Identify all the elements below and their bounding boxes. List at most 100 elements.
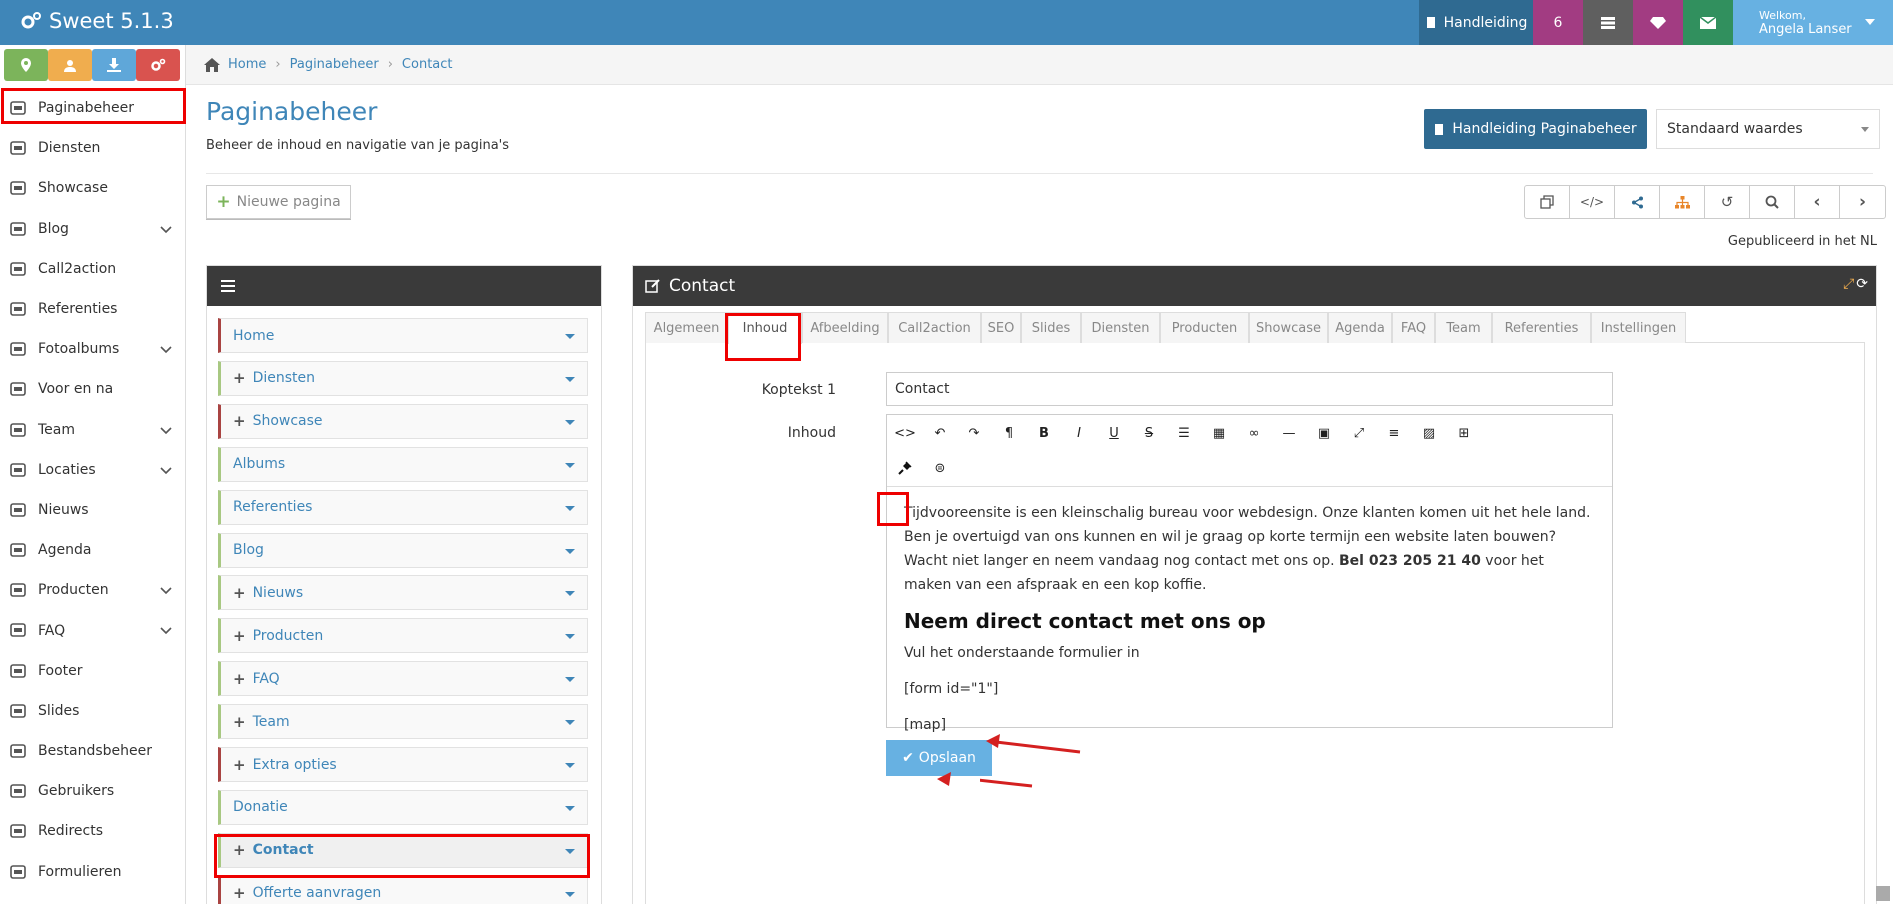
editor-content[interactable]: Tijdvooreensite is een kleinschalig bure… — [887, 487, 1612, 751]
sidebar-item-diensten[interactable]: Diensten — [0, 128, 186, 168]
tab-inhoud[interactable]: Inhoud — [728, 312, 802, 344]
quick-user-button[interactable] — [48, 49, 92, 81]
tab-agenda[interactable]: Agenda — [1328, 312, 1392, 343]
tab-seo[interactable]: SEO — [981, 312, 1021, 343]
tree-item-offerte-aanvragen[interactable]: + Offerte aanvragen — [218, 875, 588, 904]
sidebar-item-nieuws[interactable]: Nieuws — [0, 490, 186, 530]
caret-down-icon[interactable] — [565, 677, 575, 683]
plugin-button[interactable] — [890, 453, 920, 483]
sidebar-item-footer[interactable]: Footer — [0, 651, 186, 691]
manual-button[interactable]: Handleiding — [1419, 0, 1533, 45]
tab-team[interactable]: Team — [1435, 312, 1492, 343]
sidebar-item-producten[interactable]: Producten — [0, 570, 186, 610]
tree-item-faq[interactable]: + FAQ — [218, 661, 588, 697]
sidebar-item-bestandsbeheer[interactable]: Bestandsbeheer — [0, 731, 186, 771]
tree-item-blog[interactable]: Blog — [218, 532, 588, 568]
tab-diensten[interactable]: Diensten — [1081, 312, 1160, 343]
previous-button[interactable]: ‹ — [1795, 186, 1840, 218]
database-button[interactable] — [1583, 0, 1633, 45]
scroll-up-button[interactable] — [1876, 886, 1890, 901]
plus-icon[interactable]: + — [233, 756, 246, 774]
quick-settings-button[interactable] — [136, 49, 180, 81]
tab-referenties[interactable]: Referenties — [1492, 312, 1591, 343]
caret-down-icon[interactable] — [565, 763, 575, 768]
sidebar-item-voor-en-na[interactable]: Voor en na — [0, 369, 186, 409]
plus-icon[interactable]: + — [233, 670, 246, 688]
sidebar-item-formulieren[interactable]: Formulieren — [0, 852, 186, 892]
manual-paginabeheer-button[interactable]: Handleiding Paginabeheer — [1424, 109, 1647, 149]
notification-badge[interactable]: 6 — [1533, 0, 1583, 45]
caret-down-icon[interactable] — [565, 548, 575, 554]
horizontal-rule-button[interactable]: — — [1274, 418, 1304, 448]
chevron-down-icon[interactable] — [160, 623, 172, 639]
tree-item-donatie[interactable]: Donatie — [218, 789, 588, 825]
redo-button[interactable]: ↷ — [959, 418, 989, 448]
chevron-down-icon[interactable] — [160, 423, 172, 439]
quick-download-button[interactable] — [92, 49, 136, 81]
chevron-down-icon[interactable] — [160, 342, 172, 358]
tree-item-nieuws[interactable]: + Nieuws — [218, 575, 588, 611]
plus-icon[interactable]: + — [233, 369, 246, 387]
sidebar-item-gebruikers[interactable]: Gebruikers — [0, 771, 186, 811]
undo-button[interactable]: ↶ — [925, 418, 955, 448]
sidebar-item-widgets[interactable]: Widgets — [0, 892, 186, 904]
expand-icon[interactable]: ⤢ — [1843, 276, 1854, 292]
user-menu[interactable]: Welkom, Angela Lanser — [1733, 0, 1893, 45]
link-button[interactable]: ∞ — [1239, 418, 1269, 448]
plus-icon[interactable]: + — [233, 584, 246, 602]
tree-item-albums[interactable]: Albums — [218, 446, 588, 482]
search-button[interactable] — [1750, 186, 1795, 218]
code-button[interactable]: </> — [1570, 186, 1615, 218]
new-page-button[interactable]: + Nieuwe pagina — [206, 185, 351, 219]
video-button[interactable]: ▣ — [1309, 418, 1339, 448]
caret-down-icon[interactable] — [565, 419, 575, 425]
shortcode-button[interactable]: ⊜ — [925, 453, 955, 483]
tree-item-showcase[interactable]: + Showcase — [218, 403, 588, 439]
paragraph-button[interactable]: ¶ — [994, 418, 1024, 448]
next-button[interactable]: › — [1840, 186, 1885, 218]
chevron-down-icon[interactable] — [160, 222, 172, 238]
tree-item-producten[interactable]: + Producten — [218, 618, 588, 654]
app-brand[interactable]: Sweet 5.1.3 — [20, 9, 174, 33]
tab-afbeelding[interactable]: Afbeelding — [802, 312, 888, 343]
gem-button[interactable] — [1633, 0, 1683, 45]
sidebar-item-referenties[interactable]: Referenties — [0, 289, 186, 329]
tree-item-team[interactable]: + Team — [218, 704, 588, 740]
sidebar-item-redirects[interactable]: Redirects — [0, 811, 186, 851]
caret-down-icon[interactable] — [565, 591, 575, 597]
html-toggle-button[interactable]: <> — [890, 418, 920, 448]
sidebar-item-blog[interactable]: Blog — [0, 209, 186, 249]
caret-down-icon[interactable] — [565, 634, 575, 640]
defaults-select[interactable]: Standaard waardes — [1656, 109, 1880, 149]
strikethrough-button[interactable]: S — [1134, 418, 1164, 448]
tab-faq[interactable]: FAQ — [1392, 312, 1435, 343]
caret-down-icon[interactable] — [565, 891, 575, 897]
sidebar-item-paginabeheer[interactable]: Paginabeheer — [0, 88, 186, 128]
breadcrumb-paginabeheer[interactable]: Paginabeheer — [290, 57, 379, 72]
caret-down-icon[interactable] — [565, 720, 575, 726]
fullscreen-button[interactable]: ⤢ — [1344, 418, 1374, 448]
plus-icon[interactable]: + — [233, 713, 246, 731]
caret-down-icon[interactable] — [565, 376, 575, 382]
tab-producten[interactable]: Producten — [1160, 312, 1249, 343]
caret-down-icon[interactable] — [565, 505, 575, 511]
list-button[interactable]: ☰ — [1169, 418, 1199, 448]
image-button[interactable]: ▨ — [1414, 418, 1444, 448]
tab-slides[interactable]: Slides — [1021, 312, 1081, 343]
tab-call2action[interactable]: Call2action — [888, 312, 981, 343]
copy-button[interactable] — [1525, 186, 1570, 218]
align-button[interactable]: ≡ — [1379, 418, 1409, 448]
tree-item-referenties[interactable]: Referenties — [218, 489, 588, 525]
tab-algemeen[interactable]: Algemeen — [645, 312, 728, 343]
tree-item-contact[interactable]: + Contact — [218, 832, 588, 868]
chevron-down-icon[interactable] — [160, 463, 172, 479]
tree-item-extra-opties[interactable]: + Extra opties — [218, 747, 588, 782]
breadcrumb-home[interactable]: Home — [228, 57, 266, 72]
sitemap-button[interactable] — [1660, 186, 1705, 218]
sidebar-item-fotoalbums[interactable]: Fotoalbums — [0, 329, 186, 369]
sidebar-item-locaties[interactable]: Locaties — [0, 450, 186, 490]
chevron-down-icon[interactable] — [160, 583, 172, 599]
sidebar-item-showcase[interactable]: Showcase — [0, 168, 186, 208]
mail-button[interactable] — [1683, 0, 1733, 45]
tree-item-home[interactable]: Home — [218, 318, 588, 353]
